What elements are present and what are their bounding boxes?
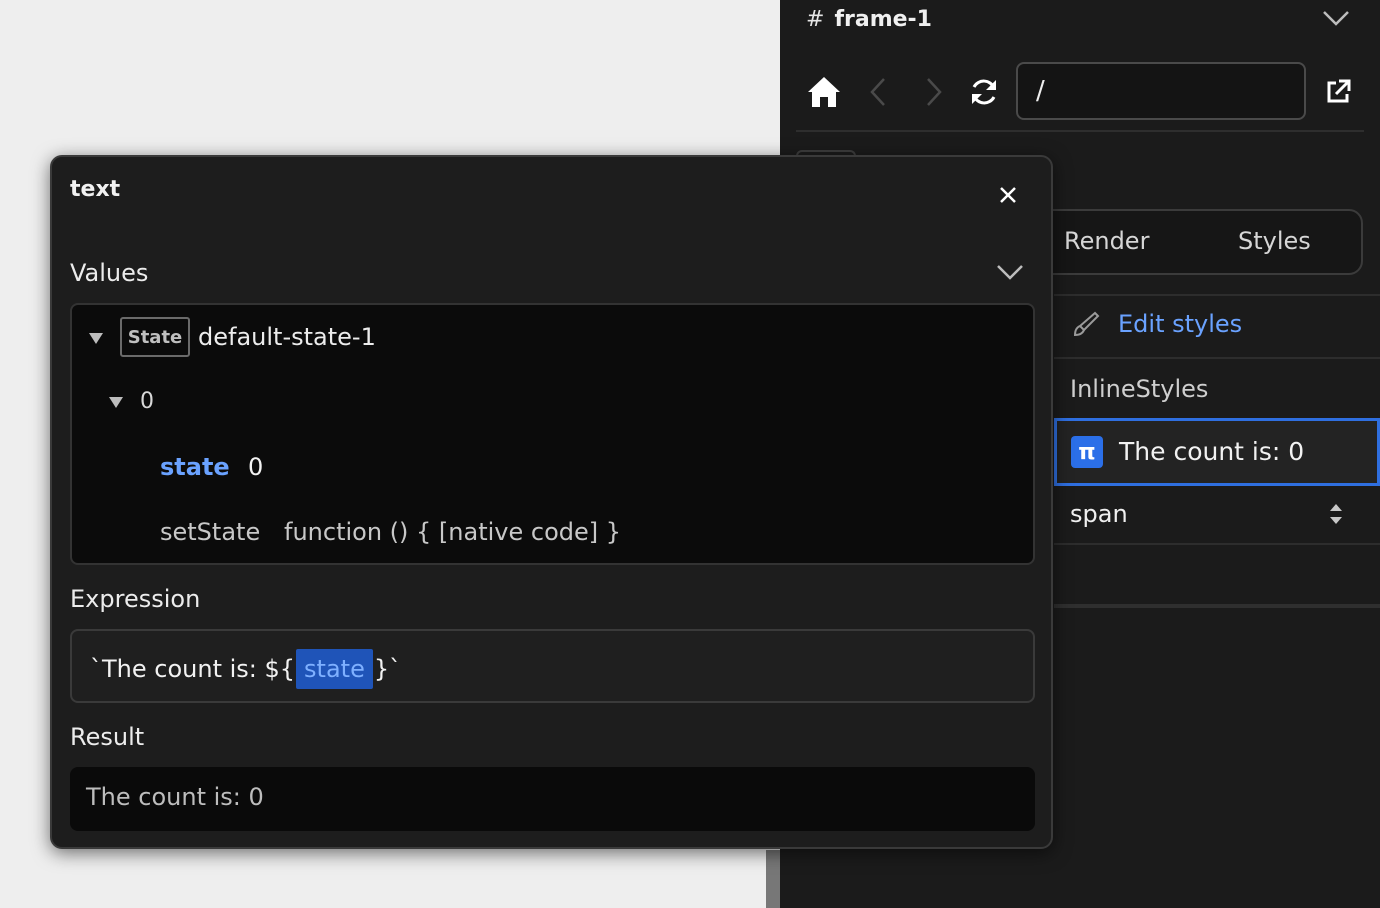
up-down-icon[interactable] (1328, 502, 1344, 526)
value-key-state[interactable]: state (160, 453, 230, 481)
expression-token-state[interactable]: state (296, 649, 373, 689)
home-button[interactable] (806, 74, 842, 110)
expression-label: Expression (70, 585, 201, 613)
state-badge: State (120, 317, 190, 357)
divider (1054, 294, 1380, 296)
back-button[interactable] (860, 74, 896, 110)
home-icon (808, 77, 840, 107)
value-setstate: function () { [native code] } (284, 518, 622, 546)
value-key-setstate[interactable]: setState (160, 518, 260, 546)
triangle-down-icon[interactable] (109, 397, 123, 408)
value-state: 0 (248, 453, 264, 481)
result-box: The count is: 0 (70, 767, 1035, 831)
result-label: Result (70, 723, 145, 751)
inline-styles-label: InlineStyles (1070, 375, 1209, 403)
expression-popover: text Values State default-state-1 0 stat… (50, 155, 1053, 849)
frame-header: # frame-1 (806, 4, 932, 34)
state-index: 0 (140, 389, 154, 414)
refresh-icon (972, 79, 996, 105)
divider (1054, 543, 1380, 545)
canvas-scrollbar[interactable] (766, 850, 780, 908)
element-tag-select[interactable]: span (1070, 500, 1128, 528)
selected-text-value: The count is: 0 (1119, 437, 1305, 466)
triangle-down-icon[interactable] (89, 333, 103, 344)
values-tree: State default-state-1 0 state 0 setState… (70, 303, 1035, 565)
divider (1054, 357, 1380, 359)
divider (796, 130, 1364, 132)
expression-suffix: }` (373, 655, 402, 683)
values-label: Values (70, 259, 149, 287)
expression-text: `The count is: ${ state }` (90, 649, 401, 689)
tab-styles[interactable]: Styles (1238, 227, 1311, 255)
expression-prefix: `The count is: ${ (90, 655, 296, 683)
result-value: The count is: 0 (86, 783, 264, 811)
selected-text-node[interactable]: π The count is: 0 (1054, 418, 1380, 486)
edit-styles-button[interactable]: Edit styles (1072, 310, 1242, 338)
pi-icon: π (1071, 436, 1103, 468)
back-arrow-icon (870, 78, 885, 106)
edit-styles-label: Edit styles (1118, 310, 1243, 338)
popover-title: text (70, 177, 121, 202)
chevron-down-icon[interactable] (996, 263, 1024, 281)
close-icon[interactable] (998, 185, 1018, 205)
tab-render[interactable]: Render (1064, 227, 1149, 255)
state-name: default-state-1 (198, 323, 376, 351)
forward-button[interactable] (916, 74, 952, 110)
refresh-button[interactable] (966, 74, 1002, 110)
open-external-button[interactable] (1320, 74, 1356, 110)
forward-arrow-icon (927, 78, 942, 106)
url-input[interactable]: / (1016, 62, 1306, 120)
preview-nav-bar: / (806, 62, 1354, 122)
expression-editor[interactable]: `The count is: ${ state }` (70, 629, 1035, 703)
external-link-icon (1327, 79, 1351, 103)
hash-icon: # (806, 6, 825, 32)
frame-title: frame-1 (834, 6, 932, 32)
divider (1054, 604, 1380, 608)
brush-icon (1073, 311, 1100, 337)
chevron-down-icon[interactable] (1322, 8, 1350, 28)
